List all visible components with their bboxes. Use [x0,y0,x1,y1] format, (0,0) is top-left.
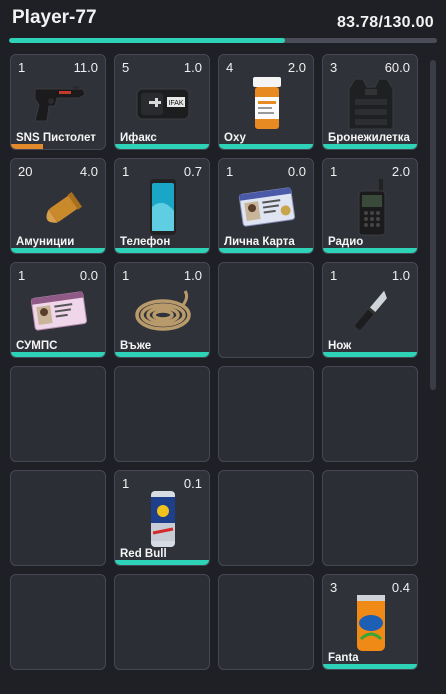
empty-inventory-slot[interactable] [218,366,314,462]
item-durability-bar [11,352,105,357]
item-count: 1 [18,60,26,75]
inventory-slot-id-card[interactable]: 1 0.0 Лична Карта [218,158,314,254]
item-count: 1 [226,164,234,179]
item-count: 1 [330,268,338,283]
item-durability-bar [323,664,417,669]
item-label: SNS Пистолет [16,132,96,144]
item-label: Телефон [120,236,171,248]
empty-inventory-slot[interactable] [322,470,418,566]
soda-can-icon [341,593,401,653]
ifak-icon: IFAK [133,73,193,133]
inventory-slot-armor-vest[interactable]: 3 60.0 Бронежилетка [322,54,418,150]
inventory-grid: 1 11.0 SNS Пистолет 5 1.0 IFAK Ифакс 4 2.0 Оху 3 60… [10,54,426,694]
license-card-icon [29,281,89,341]
weight-capacity-text: 83.78/130.00 [336,14,434,31]
scrollbar-thumb[interactable] [430,60,436,390]
weight-progress-bar [9,38,437,43]
item-count: 1 [18,268,26,283]
inventory-slot-pills[interactable]: 4 2.0 Оху [218,54,314,150]
item-count: 3 [330,580,338,595]
item-count: 1 [122,268,130,283]
inventory-slot-pistol[interactable]: 1 11.0 SNS Пистолет [10,54,106,150]
item-label: Амуниции [16,236,75,248]
empty-inventory-slot[interactable] [322,366,418,462]
inventory-slot-phone[interactable]: 1 0.7 Телефон [114,158,210,254]
inventory-slot-red-bull[interactable]: 1 0.1 Red Bull [114,470,210,566]
inventory-header: Player-77 83.78/130.00 [0,0,446,48]
radio-icon [341,177,401,237]
item-count: 1 [122,476,130,491]
empty-inventory-slot[interactable] [10,574,106,670]
item-durability-bar [219,144,313,149]
rope-icon [133,281,193,341]
item-label: СУМПС [16,340,58,352]
item-label: Red Bull [120,548,167,560]
phone-icon [133,177,193,237]
empty-inventory-slot[interactable] [218,262,314,358]
id-card-icon [237,177,297,237]
empty-inventory-slot[interactable] [114,366,210,462]
item-durability-bar [219,248,313,253]
item-durability-bar [323,144,417,149]
item-count: 5 [122,60,130,75]
empty-inventory-slot[interactable] [218,470,314,566]
inventory-slot-rope[interactable]: 1 1.0 Въже [114,262,210,358]
item-durability-bar [11,248,105,253]
empty-inventory-slot[interactable] [10,366,106,462]
inventory-slot-knife[interactable]: 1 1.0 Нож [322,262,418,358]
item-count: 3 [330,60,338,75]
item-label: Оху [224,132,246,144]
item-count: 4 [226,60,234,75]
weight-progress-fill [9,38,285,43]
item-durability-bar [115,352,209,357]
item-count: 1 [330,164,338,179]
empty-inventory-slot[interactable] [114,574,210,670]
inventory-slot-radio[interactable]: 1 2.0 Радио [322,158,418,254]
item-label: Ифакс [120,132,157,144]
player-name: Player-77 [12,7,97,28]
inventory-slot-ammo[interactable]: 20 4.0 Амуниции [10,158,106,254]
pill-bottle-icon [237,73,297,133]
item-label: Нож [328,340,352,352]
item-label: Въже [120,340,152,352]
empty-inventory-slot[interactable] [218,574,314,670]
item-label: Бронежилетка [328,132,410,144]
item-label: Fanta [328,652,359,664]
item-durability-bar [115,144,209,149]
energy-drink-can-icon [133,489,193,549]
inventory-slot-fanta[interactable]: 3 0.4 Fanta [322,574,418,670]
item-durability-bar [115,248,209,253]
item-durability-bar [11,144,43,149]
item-durability-bar [323,352,417,357]
svg-text:IFAK: IFAK [168,100,184,107]
item-durability-bar [323,248,417,253]
inventory-slot-ifak[interactable]: 5 1.0 IFAK Ифакс [114,54,210,150]
item-durability-bar [115,560,209,565]
item-label: Лична Карта [224,236,295,248]
knife-icon [341,281,401,341]
inventory-slot-license-card[interactable]: 1 0.0 СУМПС [10,262,106,358]
item-count: 1 [122,164,130,179]
armor-vest-icon [341,73,401,133]
empty-inventory-slot[interactable] [10,470,106,566]
item-label: Радио [328,236,364,248]
pistol-icon [29,73,89,133]
inventory-scrollbar[interactable] [430,60,436,390]
bullet-icon [29,177,89,237]
